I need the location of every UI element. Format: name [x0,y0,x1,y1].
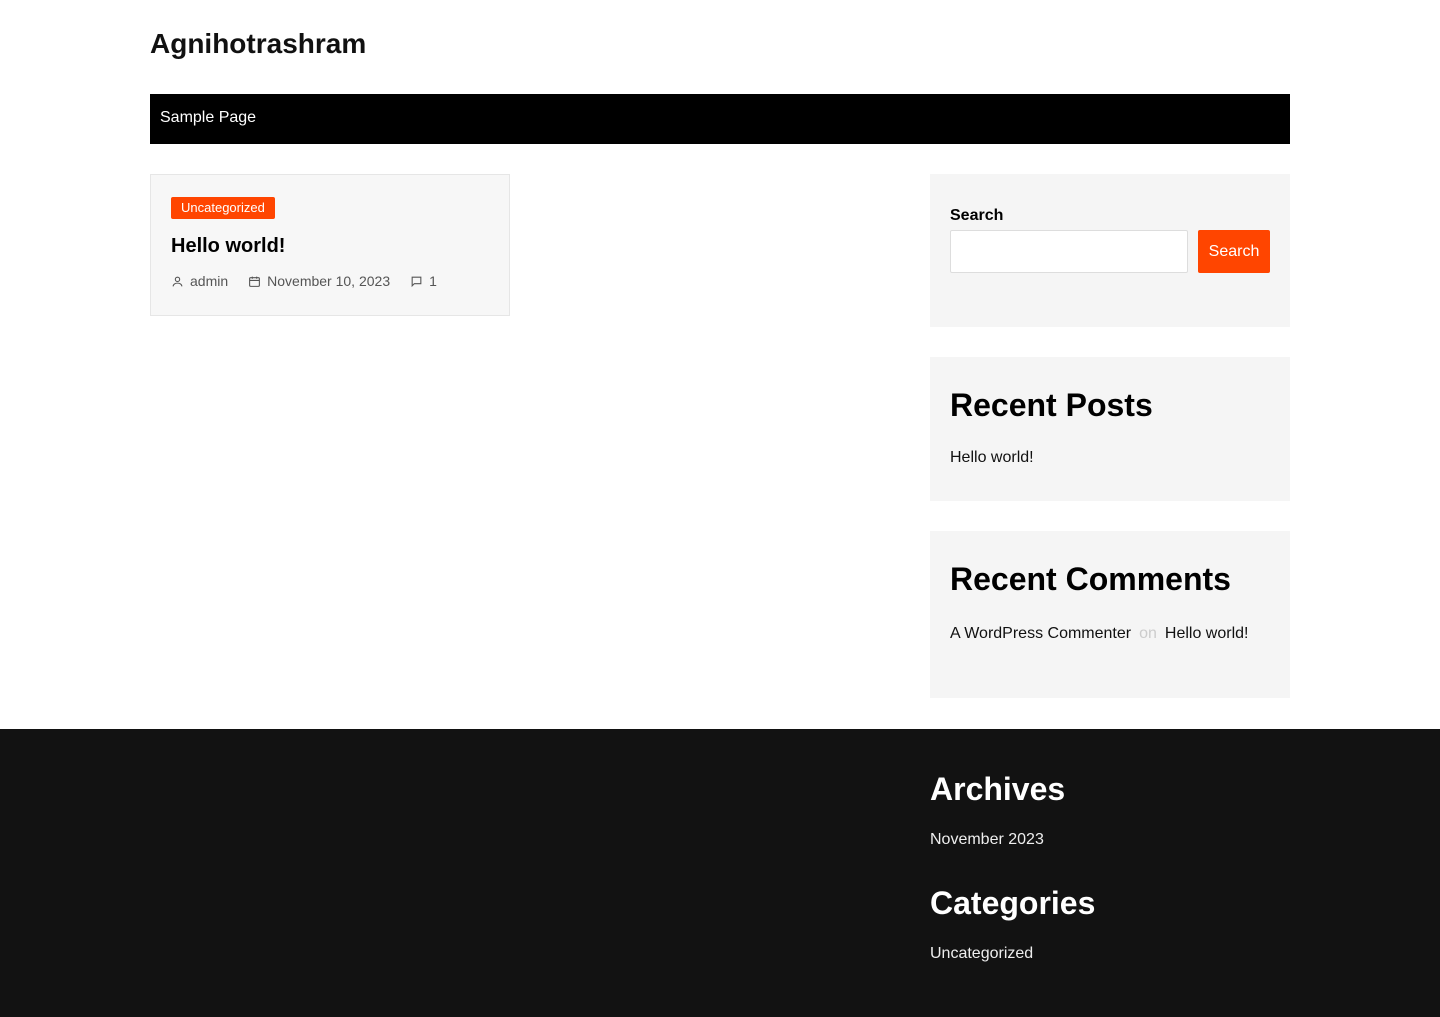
categories-heading: Categories [930,885,1096,921]
archive-link[interactable]: November 2023 [930,831,1044,849]
search-widget: Search Search [930,174,1290,327]
recent-posts-heading: Recent Posts [950,387,1153,423]
search-input[interactable] [950,230,1188,273]
nav-item-sample-page[interactable]: Sample Page [160,109,256,127]
calendar-icon [249,276,261,287]
post-author-name: admin [190,273,229,289]
post-date[interactable]: November 10, 2023 [248,273,390,289]
post-title[interactable]: Hello world! [171,235,285,258]
recent-post-link[interactable]: Hello world! [950,449,1034,467]
comment-author-link[interactable]: A WordPress Commenter [950,625,1131,642]
category-link[interactable]: Uncategorized [930,945,1033,963]
main-navigation: Sample Page [150,94,1290,144]
user-icon [172,276,183,286]
comment-post-link[interactable]: Hello world! [1165,625,1249,642]
post-author[interactable]: admin [171,273,228,289]
recent-comments-widget: Recent Comments A WordPress Commenter on H… [930,531,1290,698]
recent-posts-widget: Recent Posts Hello world! [930,357,1290,501]
search-label: Search [950,207,1004,224]
site-title[interactable]: Agnihotrashram [150,28,366,60]
post-comments[interactable]: 1 [410,273,437,289]
archives-heading: Archives [930,771,1066,807]
comment-icon [411,276,422,287]
recent-comment-item: A WordPress Commenter on Hello world! [950,625,1248,643]
comment-on-text: on [1139,625,1157,642]
search-button[interactable]: Search [1198,230,1270,273]
recent-comments-heading: Recent Comments [950,561,1231,597]
post-date-text: November 10, 2023 [267,273,391,289]
category-badge[interactable]: Uncategorized [171,197,275,219]
site-footer: Archives November 2023 Categories Uncate… [0,729,1440,1017]
post-card: Uncategorized Hello world! admin Novembe… [150,174,510,316]
post-comments-count: 1 [429,273,437,289]
post-meta: admin November 10, 2023 1 [171,273,457,289]
